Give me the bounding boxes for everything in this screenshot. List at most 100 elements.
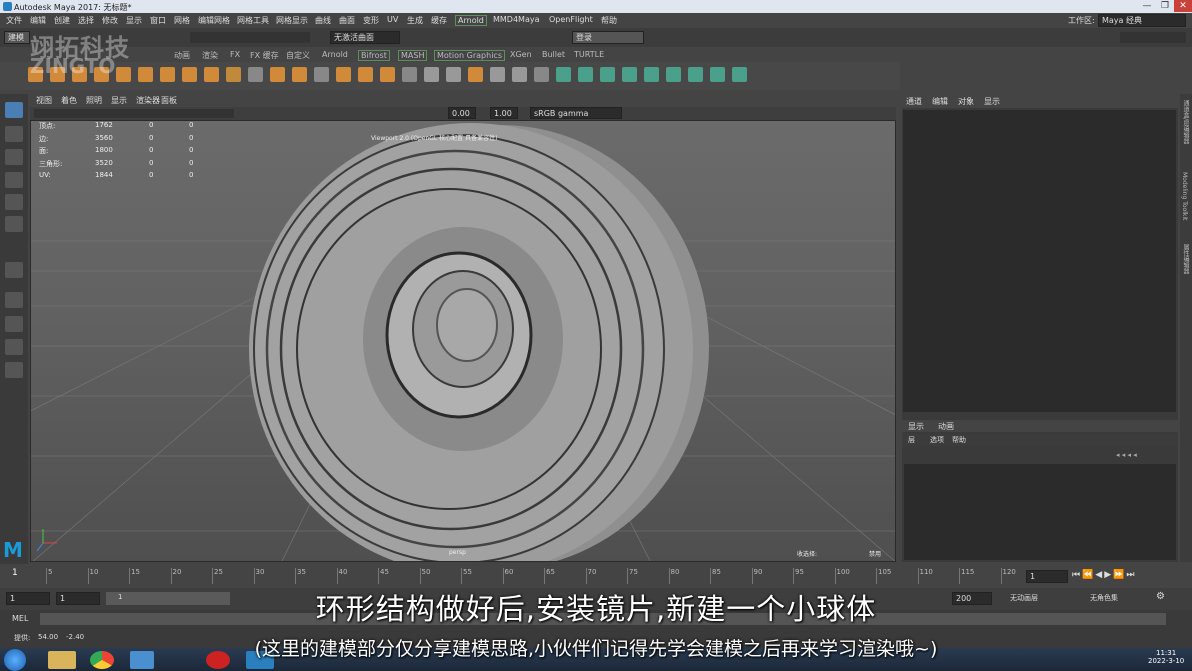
shelf-tool-icon[interactable] bbox=[116, 67, 131, 82]
move-tool-icon[interactable] bbox=[5, 172, 23, 188]
snap-toolbar[interactable] bbox=[190, 32, 310, 43]
colorspace-select[interactable]: sRGB gamma bbox=[530, 107, 622, 119]
outliner-layout-icon[interactable] bbox=[5, 362, 23, 378]
shelf-tool-icon[interactable] bbox=[292, 67, 307, 82]
menu-item[interactable]: 文件 bbox=[6, 15, 22, 26]
shelf-tool-icon[interactable] bbox=[160, 67, 175, 82]
menu-item[interactable]: UV bbox=[387, 15, 398, 24]
side-tab[interactable]: 通道盒/层编辑器 bbox=[1181, 100, 1190, 168]
viewport-menu-item[interactable]: 渲染器 bbox=[136, 95, 160, 106]
menu-item[interactable]: 网格工具 bbox=[237, 15, 269, 26]
paint-select-icon[interactable] bbox=[5, 149, 23, 165]
shelf-tool-icon[interactable] bbox=[270, 67, 285, 82]
menu-item[interactable]: 曲线 bbox=[315, 15, 331, 26]
menu-item[interactable]: 编辑 bbox=[30, 15, 46, 26]
shelf-tool-icon[interactable] bbox=[556, 67, 571, 82]
shelf-tool-icon[interactable] bbox=[666, 67, 681, 82]
scale-tool-icon[interactable] bbox=[5, 216, 23, 232]
shelf-tool-icon[interactable] bbox=[314, 67, 329, 82]
menu-item[interactable]: 创建 bbox=[54, 15, 70, 26]
panel-toggle-icons[interactable] bbox=[1120, 32, 1186, 43]
menu-item[interactable]: MMD4Maya bbox=[493, 15, 540, 24]
shelf-tab[interactable]: 动画 bbox=[174, 50, 190, 61]
shelf-tab[interactable]: FX 缓存 bbox=[250, 50, 279, 61]
menu-item[interactable]: 网格 bbox=[174, 15, 190, 26]
menu-item[interactable]: Arnold bbox=[455, 15, 487, 26]
minimize-icon[interactable]: — bbox=[1138, 0, 1156, 12]
login-button[interactable]: 登录 bbox=[572, 31, 644, 44]
shelf-tool-icon[interactable] bbox=[138, 67, 153, 82]
shelf-tab[interactable]: 自定义 bbox=[286, 50, 310, 61]
side-tab[interactable]: Modeling Toolkit bbox=[1181, 172, 1188, 240]
gamma-field[interactable]: 1.00 bbox=[490, 107, 518, 119]
single-pane-icon[interactable] bbox=[5, 292, 23, 308]
viewport-menu-item[interactable]: 视图 bbox=[36, 95, 52, 106]
rotate-tool-icon[interactable] bbox=[5, 194, 23, 210]
shelf-tool-icon[interactable] bbox=[600, 67, 615, 82]
shelf-tool-icon[interactable] bbox=[358, 67, 373, 82]
shelf-tool-icon[interactable] bbox=[248, 67, 263, 82]
viewport-icon-strip[interactable] bbox=[34, 109, 234, 118]
layer-menu-item[interactable]: 帮助 bbox=[952, 435, 966, 445]
channel-menu-item[interactable]: 编辑 bbox=[932, 96, 948, 107]
shelf-tab[interactable]: MASH bbox=[398, 50, 428, 61]
shelf-tool-icon[interactable] bbox=[534, 67, 549, 82]
shelf-tool-icon[interactable] bbox=[402, 67, 417, 82]
viewport-menu-item[interactable]: 显示 bbox=[111, 95, 127, 106]
shelf-tool-icon[interactable] bbox=[226, 67, 241, 82]
shelf-tool-icon[interactable] bbox=[424, 67, 439, 82]
workspace-select[interactable]: Maya 经典 bbox=[1098, 14, 1186, 27]
time-slider[interactable]: 1 5 10 15 20 25 30 35 40 45 50 55 60 65 70 75 80 85 90 95 1… bbox=[0, 566, 1192, 588]
mode-select[interactable]: 建模 bbox=[4, 31, 30, 44]
layer-tab[interactable]: 显示 bbox=[908, 421, 924, 432]
menu-item[interactable]: 生成 bbox=[407, 15, 423, 26]
layer-list[interactable] bbox=[904, 464, 1176, 560]
shelf-tool-icon[interactable] bbox=[336, 67, 351, 82]
shelf-tool-icon[interactable] bbox=[204, 67, 219, 82]
shelf-tab[interactable]: FX bbox=[230, 50, 240, 59]
channel-box-area[interactable] bbox=[903, 110, 1176, 412]
disc-model[interactable] bbox=[249, 123, 709, 562]
menu-item[interactable]: 窗口 bbox=[150, 15, 166, 26]
layer-menu-item[interactable]: 选项 bbox=[930, 435, 944, 445]
shelf-tab[interactable]: XGen bbox=[510, 50, 532, 59]
channel-menu-item[interactable]: 显示 bbox=[984, 96, 1000, 107]
shelf-tool-icon[interactable] bbox=[622, 67, 637, 82]
shelf-tool-icon[interactable] bbox=[512, 67, 527, 82]
close-icon[interactable]: ✕ bbox=[1174, 0, 1192, 12]
3d-viewport[interactable]: 顶点: 1762 0 0 边: 3560 0 0 面: 1800 0 0 三角形: 3520 0 0 UV: 18… bbox=[30, 120, 896, 562]
channel-menu-item[interactable]: 对象 bbox=[958, 96, 974, 107]
viewport-menu-item[interactable]: 照明 bbox=[86, 95, 102, 106]
menu-item[interactable]: 曲面 bbox=[339, 15, 355, 26]
shelf-tool-icon[interactable] bbox=[688, 67, 703, 82]
lasso-tool-icon[interactable] bbox=[5, 126, 23, 142]
shelf-tab[interactable]: Bullet bbox=[542, 50, 565, 59]
menu-item[interactable]: OpenFlight bbox=[549, 15, 593, 24]
manipulator-icon[interactable] bbox=[5, 262, 23, 278]
current-frame-field[interactable]: 1 bbox=[1026, 570, 1068, 583]
live-surface-field[interactable]: 无激活曲面 bbox=[330, 31, 400, 44]
viewport-menu-item[interactable]: 面板 bbox=[161, 95, 177, 106]
exposure-field[interactable]: 0.00 bbox=[448, 107, 476, 119]
shelf-tool-icon[interactable] bbox=[710, 67, 725, 82]
shelf-tool-icon[interactable] bbox=[578, 67, 593, 82]
select-tool-icon[interactable] bbox=[5, 102, 23, 118]
playback-controls[interactable]: ⏮⏪◀▶⏩⏭ bbox=[1072, 570, 1136, 580]
shelf-tool-icon[interactable] bbox=[490, 67, 505, 82]
menu-item[interactable]: 缓存 bbox=[431, 15, 447, 26]
menu-item[interactable]: 帮助 bbox=[601, 15, 617, 26]
shelf-tool-icon[interactable] bbox=[182, 67, 197, 82]
menu-item[interactable]: 编辑网格 bbox=[198, 15, 230, 26]
layer-tab[interactable]: 动画 bbox=[938, 421, 954, 432]
menu-item[interactable]: 网格显示 bbox=[276, 15, 308, 26]
menu-item[interactable]: 显示 bbox=[126, 15, 142, 26]
maximize-icon[interactable]: ❐ bbox=[1156, 0, 1174, 12]
layer-buttons[interactable]: ◂ ◂ ◂ ◂ bbox=[1116, 450, 1176, 460]
two-pane-icon[interactable] bbox=[5, 339, 23, 355]
layer-menu-item[interactable]: 层 bbox=[908, 435, 915, 445]
shelf-tool-icon[interactable] bbox=[644, 67, 659, 82]
shelf-tab[interactable]: Motion Graphics bbox=[434, 50, 505, 61]
menu-item[interactable]: 变形 bbox=[363, 15, 379, 26]
channel-menu-item[interactable]: 通道 bbox=[906, 96, 922, 107]
shelf-tab[interactable]: Arnold bbox=[322, 50, 348, 59]
